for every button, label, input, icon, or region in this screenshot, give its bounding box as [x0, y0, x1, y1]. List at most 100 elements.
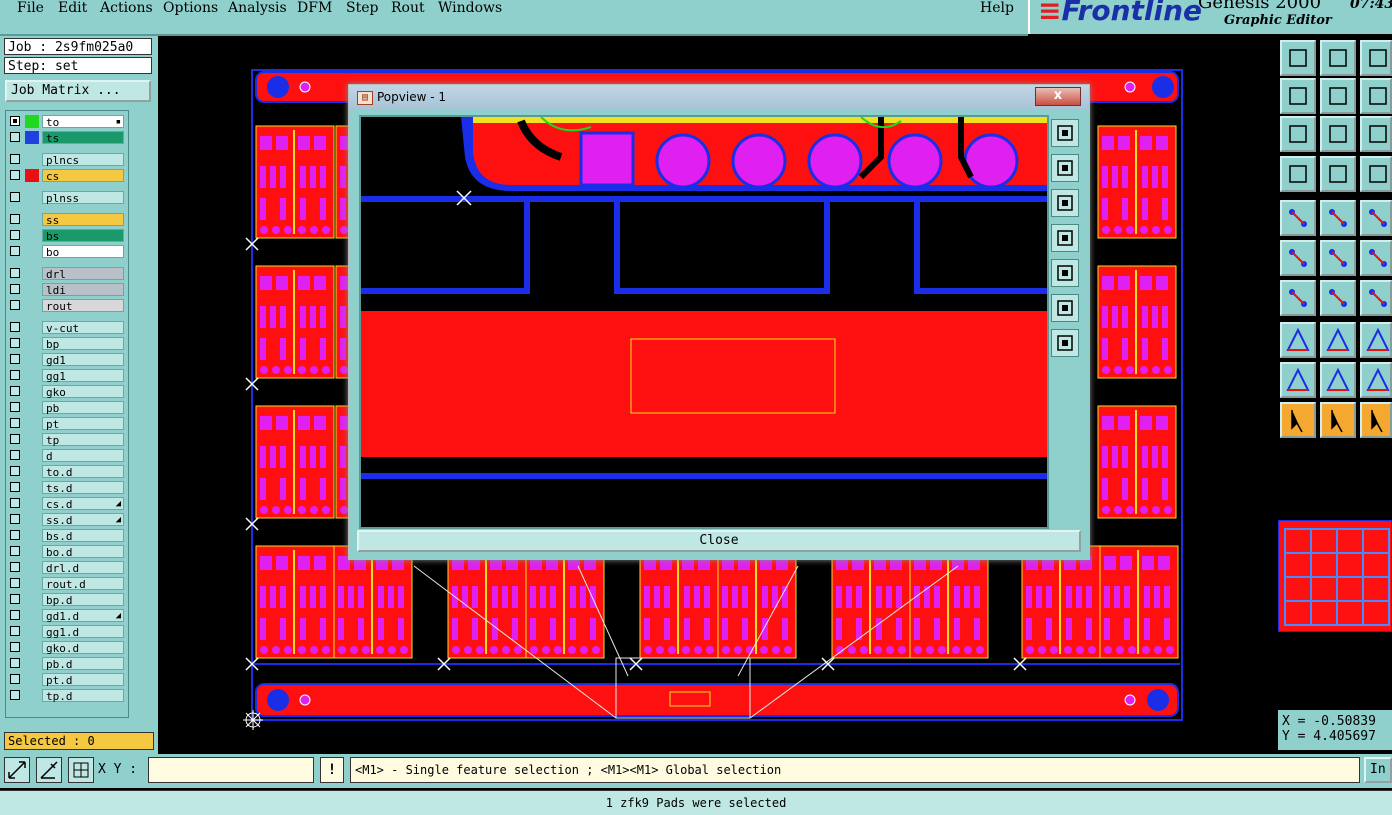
zoom-out-icon[interactable]	[1051, 329, 1079, 357]
pan-left-icon[interactable]	[1280, 78, 1316, 114]
layer-row[interactable]: to.d	[8, 465, 126, 479]
layer-icon[interactable]	[1360, 156, 1392, 192]
layer-row[interactable]: drl	[8, 267, 126, 281]
popview-viewport[interactable]	[359, 115, 1049, 529]
layer-checkbox[interactable]	[10, 530, 20, 540]
layer-name[interactable]: plnss	[42, 191, 124, 205]
layer-name[interactable]: gd1.d ◢	[42, 609, 124, 623]
connect-icon[interactable]	[1360, 240, 1392, 276]
layer-row[interactable]: pt	[8, 417, 126, 431]
layer-name[interactable]: bo	[42, 245, 124, 259]
layer-name[interactable]: bs.d	[42, 529, 124, 543]
layer-name[interactable]: drl.d	[42, 561, 124, 575]
grid-icon[interactable]	[68, 757, 94, 783]
layer-name[interactable]: bp	[42, 337, 124, 351]
triangle-icon[interactable]	[1280, 362, 1316, 398]
measure-icon[interactable]	[36, 757, 62, 783]
zoom-window-icon[interactable]	[4, 757, 30, 783]
layer-checkbox[interactable]	[10, 132, 20, 142]
layer-color-swatch[interactable]	[25, 131, 39, 144]
select-net-icon[interactable]	[1360, 402, 1392, 438]
layer-color-swatch[interactable]	[25, 115, 39, 128]
layer-name[interactable]: rout	[42, 299, 124, 313]
rotate-icon[interactable]	[1360, 280, 1392, 316]
measure-icon[interactable]	[1320, 156, 1356, 192]
layer-row[interactable]: bo.d	[8, 545, 126, 559]
layer-checkbox[interactable]	[10, 338, 20, 348]
layer-row[interactable]: gko.d	[8, 641, 126, 655]
scale-icon[interactable]	[1360, 116, 1392, 152]
layer-name[interactable]: pt.d	[42, 673, 124, 687]
layer-checkbox[interactable]	[10, 322, 20, 332]
menu-help[interactable]: Help	[980, 0, 1014, 16]
layer-name[interactable]: v-cut	[42, 321, 124, 335]
layer-checkbox[interactable]	[10, 268, 20, 278]
layer-checkbox[interactable]	[10, 354, 20, 364]
snap-icon[interactable]	[1280, 156, 1316, 192]
pad-icon[interactable]	[1280, 200, 1316, 236]
shape-icon[interactable]	[1360, 362, 1392, 398]
pan-right-icon[interactable]	[1051, 259, 1079, 287]
layer-checkbox[interactable]	[10, 116, 20, 126]
layer-name[interactable]: pt	[42, 417, 124, 431]
layer-checkbox[interactable]	[10, 214, 20, 224]
layer-checkbox[interactable]	[10, 434, 20, 444]
layer-name[interactable]: rout.d	[42, 577, 124, 591]
layer-name[interactable]: d	[42, 449, 124, 463]
layer-checkbox[interactable]	[10, 300, 20, 310]
pan-up-icon[interactable]	[1051, 154, 1079, 182]
layer-checkbox[interactable]	[10, 482, 20, 492]
menu-actions[interactable]: Actions	[100, 0, 153, 16]
layer-checkbox[interactable]	[10, 418, 20, 428]
select-arrow-icon[interactable]	[1280, 402, 1316, 438]
layer-row[interactable]: drl.d	[8, 561, 126, 575]
layer-row[interactable]: gd1	[8, 353, 126, 367]
layer-checkbox[interactable]	[10, 690, 20, 700]
layer-row[interactable]: gko	[8, 385, 126, 399]
layer-row[interactable]: pb	[8, 401, 126, 415]
layer-name[interactable]: gd1	[42, 353, 124, 367]
layer-name[interactable]: drl	[42, 267, 124, 281]
layer-name[interactable]: tp.d	[42, 689, 124, 703]
select-feature-icon[interactable]	[1320, 402, 1356, 438]
layer-name[interactable]: to ▪	[42, 115, 124, 129]
layer-checkbox[interactable]	[10, 562, 20, 572]
layer-row[interactable]: gd1.d ◢	[8, 609, 126, 623]
layer-row[interactable]: plncs	[8, 153, 126, 167]
layer-checkbox[interactable]	[10, 626, 20, 636]
layer-checkbox[interactable]	[10, 658, 20, 668]
layer-row[interactable]: ts	[8, 131, 126, 145]
layer-row[interactable]: ss	[8, 213, 126, 227]
menu-rout[interactable]: Rout	[391, 0, 425, 16]
layer-checkbox[interactable]	[10, 514, 20, 524]
layer-row[interactable]: bs	[8, 229, 126, 243]
line-icon[interactable]	[1280, 280, 1316, 316]
layer-row[interactable]: cs	[8, 169, 126, 183]
menu-step[interactable]: Step	[346, 0, 378, 16]
overview-map[interactable]	[1278, 520, 1392, 632]
layer-checkbox[interactable]	[10, 674, 20, 684]
cross-icon[interactable]	[1320, 240, 1356, 276]
cut-icon[interactable]	[1320, 322, 1356, 358]
net-icon[interactable]	[1280, 240, 1316, 276]
layer-name[interactable]: gko	[42, 385, 124, 399]
layer-row[interactable]: bo	[8, 245, 126, 259]
layer-row[interactable]: d	[8, 449, 126, 463]
layer-checkbox[interactable]	[10, 246, 20, 256]
layer-name[interactable]: gko.d	[42, 641, 124, 655]
layer-checkbox[interactable]	[10, 230, 20, 240]
layer-row[interactable]: rout.d	[8, 577, 126, 591]
layer-row[interactable]: ldi	[8, 283, 126, 297]
layer-checkbox[interactable]	[10, 466, 20, 476]
layer-name[interactable]: gg1.d	[42, 625, 124, 639]
layer-name[interactable]: cs.d ◢	[42, 497, 124, 511]
pan-down-icon[interactable]	[1051, 189, 1079, 217]
layer-row[interactable]: plnss	[8, 191, 126, 205]
layer-checkbox[interactable]	[10, 642, 20, 652]
layer-name[interactable]: bs	[42, 229, 124, 243]
layer-checkbox[interactable]	[10, 192, 20, 202]
home-icon[interactable]	[1280, 40, 1316, 76]
layer-checkbox[interactable]	[10, 594, 20, 604]
menu-file[interactable]: File	[17, 0, 44, 16]
layer-checkbox[interactable]	[10, 546, 20, 556]
